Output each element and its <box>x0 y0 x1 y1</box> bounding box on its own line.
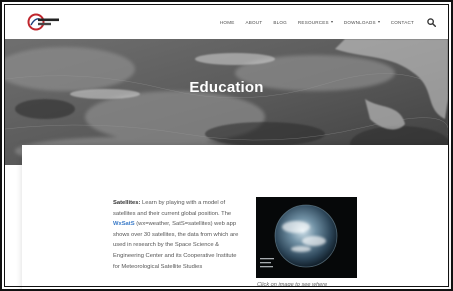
site-header: HOME ABOUT BLOG RESOURCES DOWNLOADS CONT… <box>5 5 448 39</box>
page-title: Education <box>189 79 264 96</box>
nav-home[interactable]: HOME <box>220 20 235 25</box>
nav-about-label: ABOUT <box>245 19 263 25</box>
chevron-down-icon <box>377 21 380 23</box>
nav-resources[interactable]: RESOURCES <box>298 20 333 25</box>
nav-home-label: HOME <box>219 19 235 25</box>
chevron-down-icon <box>330 21 333 23</box>
nav-contact[interactable]: CONTACT <box>391 20 414 25</box>
satellites-paragraph: Satellites: Learn by playing with a mode… <box>113 198 241 272</box>
site-logo[interactable] <box>27 12 61 32</box>
image-caption: Click on image to see where <box>257 282 328 288</box>
satellites-heading: Satellites: <box>113 200 141 206</box>
search-icon[interactable] <box>427 17 436 27</box>
content-card: Satellites: Learn by playing with a mode… <box>22 145 448 291</box>
nav-blog[interactable]: BLOG <box>273 20 287 25</box>
nav-downloads-label: DOWNLOADS <box>343 19 376 25</box>
nav-downloads[interactable]: DOWNLOADS <box>344 20 380 25</box>
wxsats-thumbnail-image[interactable] <box>256 197 357 278</box>
nav-blog-label: BLOG <box>273 19 287 25</box>
nav-resources-label: RESOURCES <box>297 19 329 25</box>
satellites-body-text: (wx=weather, SatS=satellites) web app sh… <box>113 221 239 270</box>
nav-contact-label: CONTACT <box>390 19 414 25</box>
wxsats-link[interactable]: WxSatS <box>113 221 135 227</box>
nav-about[interactable]: ABOUT <box>246 20 263 25</box>
globe-image <box>260 204 338 268</box>
main-nav: HOME ABOUT BLOG RESOURCES DOWNLOADS CONT… <box>209 5 436 39</box>
